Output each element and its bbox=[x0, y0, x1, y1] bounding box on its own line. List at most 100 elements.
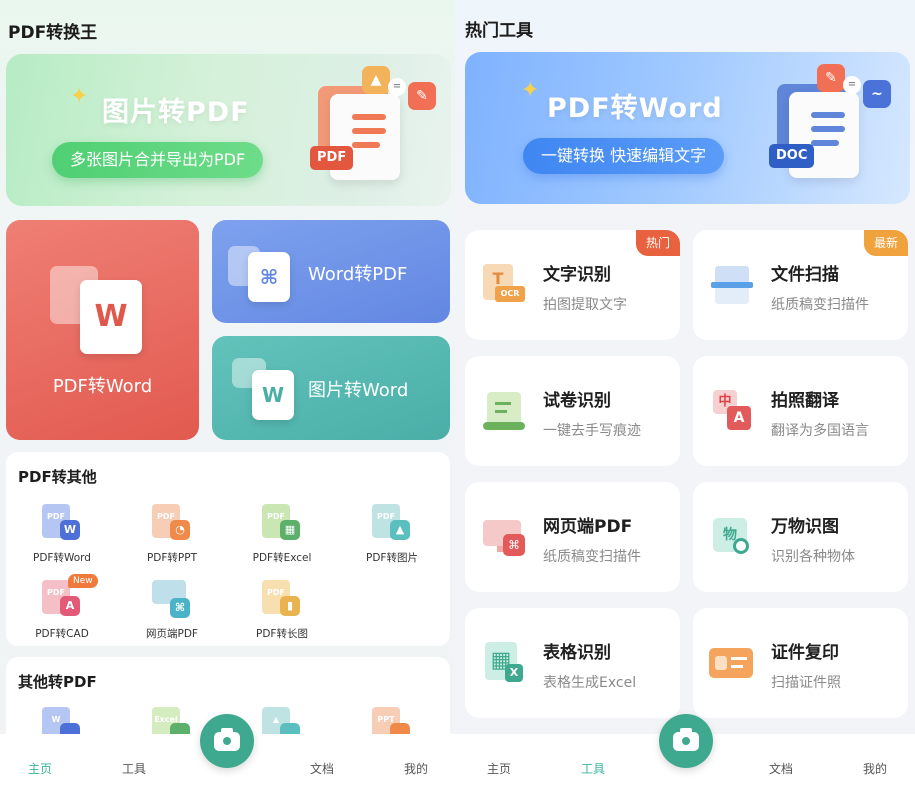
image-to-pdf-banner[interactable]: ✦ 图片转PDF 多张图片合并导出为PDF PDF ▲ = ✎ bbox=[6, 54, 451, 206]
section-title: PDF转其他 bbox=[18, 468, 97, 486]
grid-item-label: PDF转Word bbox=[33, 552, 91, 564]
nav-docs[interactable]: 文档 bbox=[761, 760, 801, 777]
tool-name: 试卷识别 bbox=[543, 391, 611, 411]
pdf-to-image-item[interactable]: PDF ▲ PDF转图片 bbox=[342, 504, 442, 565]
tile-label: 图片转Word bbox=[308, 380, 409, 401]
app-title: PDF转换王 bbox=[8, 23, 98, 43]
tool-desc: 拍图提取文字 bbox=[543, 297, 627, 313]
doc-tag: DOC bbox=[769, 144, 815, 168]
word-document-icon: W bbox=[80, 280, 142, 354]
table-recognition-tool[interactable]: ▦ X 表格识别 表格生成Excel bbox=[465, 608, 680, 718]
tile-label: Word转PDF bbox=[308, 264, 408, 285]
scanner-icon bbox=[707, 260, 757, 310]
monitor-pdf-icon: ⌘ bbox=[152, 580, 192, 620]
pdf-excel-icon: PDF ▦ bbox=[262, 504, 302, 544]
acrobat-icon: ✎ bbox=[408, 82, 436, 110]
tool-name: 文字识别 bbox=[543, 265, 611, 285]
document-scan-tool[interactable]: 文件扫描 纸质稿变扫描件 最新 bbox=[693, 230, 908, 340]
tool-name: 文件扫描 bbox=[771, 265, 839, 285]
new-badge: 最新 bbox=[863, 230, 908, 256]
pdf-to-cad-item[interactable]: New PDF A PDF转CAD bbox=[12, 574, 112, 641]
new-badge: New bbox=[68, 574, 98, 588]
section-title: 热门工具 bbox=[465, 21, 533, 41]
nav-mine[interactable]: 我的 bbox=[396, 760, 436, 777]
nav-tools[interactable]: 工具 bbox=[114, 760, 154, 777]
web-pdf-item[interactable]: ⌘ 网页端PDF bbox=[122, 580, 222, 641]
tool-name: 拍照翻译 bbox=[771, 391, 839, 411]
id-card-icon bbox=[707, 638, 757, 688]
tool-name: 表格识别 bbox=[543, 643, 611, 663]
pdf-word-icon: PDF W bbox=[42, 504, 82, 544]
banner-subtitle: 一键转换 快速编辑文字 bbox=[523, 138, 725, 174]
camera-button[interactable] bbox=[200, 714, 254, 768]
nav-home[interactable]: 主页 bbox=[479, 760, 519, 777]
tool-name: 网页端PDF bbox=[543, 517, 633, 537]
pdf-cad-icon: New PDF A bbox=[42, 574, 98, 620]
translate-icon: 中 A bbox=[707, 386, 757, 436]
pdf-ppt-icon: PDF ◔ bbox=[152, 504, 192, 544]
image-icon: ▲ bbox=[362, 66, 390, 94]
home-screen: PDF转换王 ✦ 图片转PDF 多张图片合并导出为PDF PDF ▲ = ✎ W… bbox=[0, 0, 455, 792]
sparkle-icon: ✦ bbox=[521, 78, 540, 103]
bottom-nav: 主页 工具 文档 我的 bbox=[455, 714, 915, 792]
tool-desc: 纸质稿变扫描件 bbox=[543, 549, 641, 565]
image-to-word-tile[interactable]: W 图片转Word bbox=[212, 336, 450, 440]
acrobat-icon: ✎ bbox=[817, 64, 845, 92]
pdf-image-icon: PDF ▲ bbox=[372, 504, 412, 544]
banner-title: PDF转Word bbox=[547, 93, 723, 124]
scroll-icon bbox=[479, 386, 529, 436]
tool-desc: 纸质稿变扫描件 bbox=[771, 297, 869, 313]
tool-name: 证件复印 bbox=[771, 643, 839, 663]
grid-item-label: PDF转Excel bbox=[252, 552, 312, 564]
object-recognition-tool[interactable]: 物 万物识图 识别各种物体 bbox=[693, 482, 908, 592]
equals-icon: = bbox=[843, 76, 861, 94]
photo-translate-tool[interactable]: 中 A 拍照翻译 翻译为多国语言 bbox=[693, 356, 908, 466]
word-document-icon: W bbox=[252, 370, 294, 420]
grid-item-label: PDF转长图 bbox=[256, 628, 308, 640]
id-copy-tool[interactable]: 证件复印 扫描证件照 bbox=[693, 608, 908, 718]
ocr-icon: T OCR bbox=[479, 260, 529, 310]
pdf-document-icon: PDF ▲ = ✎ bbox=[310, 66, 436, 182]
monitor-pdf-icon: ⌘ bbox=[479, 512, 529, 562]
tools-screen: 热门工具 ✦ PDF转Word 一键转换 快速编辑文字 DOC ✎ = ~ T … bbox=[455, 0, 915, 792]
hot-badge: 热门 bbox=[635, 230, 680, 256]
grid-item-label: PDF转CAD bbox=[35, 628, 89, 640]
nav-tools[interactable]: 工具 bbox=[573, 760, 613, 777]
equals-icon: = bbox=[388, 78, 406, 96]
text-recognition-tool[interactable]: T OCR 文字识别 拍图提取文字 热门 bbox=[465, 230, 680, 340]
table-icon: ▦ X bbox=[479, 638, 529, 688]
pdf-to-word-banner[interactable]: ✦ PDF转Word 一键转换 快速编辑文字 DOC ✎ = ~ bbox=[465, 52, 910, 204]
pdf-long-image-icon: PDF ▮ bbox=[262, 580, 302, 620]
bottom-nav: 主页 工具 文档 我的 bbox=[0, 714, 455, 792]
tool-desc: 一键去手写痕迹 bbox=[543, 423, 641, 439]
grid-item-label: PDF转图片 bbox=[366, 552, 418, 564]
pdf-to-excel-item[interactable]: PDF ▦ PDF转Excel bbox=[232, 504, 332, 565]
banner-title: 图片转PDF bbox=[102, 97, 250, 128]
pdf-to-ppt-item[interactable]: PDF ◔ PDF转PPT bbox=[122, 504, 222, 565]
tool-desc: 扫描证件照 bbox=[771, 675, 841, 691]
word-icon: ~ bbox=[863, 80, 891, 108]
camera-button[interactable] bbox=[659, 714, 713, 768]
nav-home[interactable]: 主页 bbox=[20, 760, 60, 777]
pdf-to-other-card: PDF转其他 PDF W PDF转Word PDF ◔ PDF转PPT PDF … bbox=[6, 452, 450, 646]
tool-desc: 翻译为多国语言 bbox=[771, 423, 869, 439]
pdf-document-icon: ⌘ bbox=[248, 252, 290, 302]
nav-mine[interactable]: 我的 bbox=[855, 760, 895, 777]
grid-item-label: PDF转PPT bbox=[146, 552, 198, 564]
word-to-pdf-tile[interactable]: ⌘ Word转PDF bbox=[212, 220, 450, 323]
pdf-tag: PDF bbox=[310, 146, 354, 170]
pdf-to-word-item[interactable]: PDF W PDF转Word bbox=[12, 504, 112, 565]
web-pdf-tool[interactable]: ⌘ 网页端PDF 纸质稿变扫描件 bbox=[465, 482, 680, 592]
grid-item-label: 网页端PDF bbox=[146, 628, 198, 640]
pdf-to-long-image-item[interactable]: PDF ▮ PDF转长图 bbox=[232, 580, 332, 641]
image-search-icon: 物 bbox=[707, 512, 757, 562]
exam-recognition-tool[interactable]: 试卷识别 一键去手写痕迹 bbox=[465, 356, 680, 466]
pdf-to-word-tile[interactable]: W PDF转Word bbox=[6, 220, 199, 440]
section-title: 其他转PDF bbox=[18, 673, 97, 691]
tool-name: 万物识图 bbox=[771, 517, 839, 537]
tool-desc: 表格生成Excel bbox=[543, 675, 637, 691]
banner-subtitle: 多张图片合并导出为PDF bbox=[52, 142, 264, 178]
tile-label: PDF转Word bbox=[52, 376, 153, 397]
tool-desc: 识别各种物体 bbox=[771, 549, 855, 565]
nav-docs[interactable]: 文档 bbox=[302, 760, 342, 777]
